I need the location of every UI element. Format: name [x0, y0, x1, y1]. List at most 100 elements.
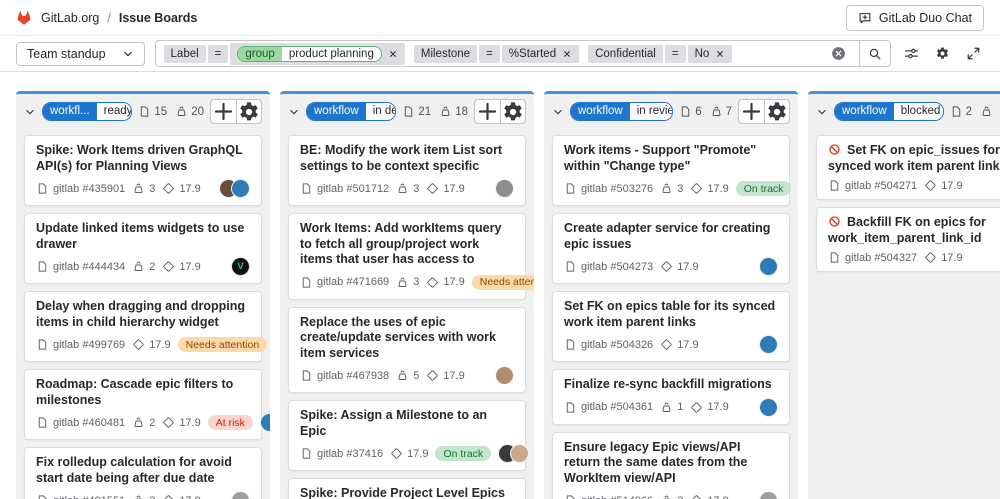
card-iteration: 17.9 — [162, 260, 200, 273]
assignee-avatar[interactable] — [495, 179, 514, 198]
weight-icon — [132, 260, 145, 273]
column-card-list[interactable]: Spike: Work Items driven GraphQL API(s) … — [16, 129, 270, 499]
board-card[interactable]: Finalize re-sync backfill migrationsgitl… — [552, 369, 790, 425]
scoped-label-value: product planning — [282, 47, 381, 61]
card-weight: 3 — [132, 182, 155, 195]
assignee-avatar[interactable] — [759, 257, 778, 276]
column-card-list[interactable]: BE: Modify the work item List sort setti… — [280, 129, 534, 499]
iteration-icon — [162, 260, 175, 273]
board-card[interactable]: Update linked items widgets to use drawe… — [24, 213, 262, 284]
column-card-list[interactable]: Set FK on epic_issues for its synced wor… — [808, 129, 1000, 278]
board-card[interactable]: Set FK on epics table for its synced wor… — [552, 291, 790, 362]
card-footer: gitlab #460481217.9At risk — [36, 413, 250, 432]
issue-type-icon — [300, 447, 313, 460]
assignee-avatar[interactable]: V — [231, 257, 250, 276]
column-label[interactable]: workflowblocked — [834, 102, 944, 121]
iteration-icon — [426, 182, 439, 195]
board-card[interactable]: Fix rolledup calculation for avoid start… — [24, 447, 262, 499]
card-iteration: 17.9 — [162, 182, 200, 195]
column-label[interactable]: workflowin review — [570, 102, 673, 121]
board-card[interactable]: BE: Modify the work item List sort setti… — [288, 135, 526, 206]
collapse-column-icon[interactable] — [816, 106, 828, 118]
card-title: Work Items: Add workItems query to fetch… — [300, 221, 514, 268]
collapse-column-icon[interactable] — [288, 106, 300, 118]
gitlab-logo-icon[interactable] — [16, 10, 32, 26]
card-title: Ensure legacy Epic views/API return the … — [564, 440, 778, 487]
assignee-avatar[interactable] — [495, 366, 514, 385]
issue-ref-text: gitlab #460481 — [53, 417, 125, 429]
duo-chat-button[interactable]: GitLab Duo Chat — [846, 5, 984, 31]
breadcrumb-page-link[interactable]: Issue Boards — [119, 11, 198, 25]
breadcrumb-separator: / — [107, 11, 110, 25]
board-card[interactable]: Spike: Assign a Milestone to an Epicgitl… — [288, 400, 526, 471]
issue-reference: gitlab #504271 — [828, 179, 917, 192]
list-settings-button[interactable] — [236, 100, 261, 123]
column-card-list[interactable]: Work items - Support "Promote" within "C… — [544, 129, 798, 499]
filtered-search-input[interactable]: Label = groupproduct planning Milestone … — [155, 40, 891, 67]
card-iteration: 17.9 — [690, 494, 728, 499]
board-card[interactable]: Work Items: Add workItems query to fetch… — [288, 213, 526, 300]
assignee-avatar[interactable] — [759, 398, 778, 417]
sort-preferences-icon[interactable] — [901, 43, 922, 64]
token-operator: = — [208, 45, 229, 63]
add-issue-button[interactable] — [739, 100, 764, 123]
board-card[interactable]: Delay when dragging and dropping items i… — [24, 291, 262, 362]
board-switcher-dropdown[interactable]: Team standup — [16, 42, 145, 66]
collapse-column-icon[interactable] — [552, 106, 564, 118]
issue-reference: gitlab #514066 — [564, 494, 653, 499]
card-weight: 5 — [396, 369, 419, 382]
weight-icon — [660, 494, 673, 499]
list-settings-button[interactable] — [500, 100, 525, 123]
card-title: Roadmap: Cascade epic filters to milesto… — [36, 377, 250, 408]
column-label[interactable]: workflowin dev — [306, 102, 396, 121]
board-column: workflowblocked2Set FK on epic_issues fo… — [808, 91, 1000, 499]
add-issue-button[interactable] — [211, 100, 236, 123]
fullscreen-expand-icon[interactable] — [963, 43, 984, 64]
remove-token-icon[interactable] — [562, 49, 572, 59]
board-card[interactable]: Backfill FK on epics for work_item_paren… — [816, 207, 1000, 272]
iteration-icon — [426, 276, 439, 289]
issue-reference: gitlab #491551 — [36, 494, 125, 499]
iteration-icon — [660, 338, 673, 351]
breadcrumb-group-link[interactable]: GitLab.org — [41, 11, 99, 25]
board-card[interactable]: Spike: Work Items driven GraphQL API(s) … — [24, 135, 262, 206]
assignee-avatar[interactable] — [759, 335, 778, 354]
list-settings-button[interactable] — [764, 100, 789, 123]
column-label[interactable]: workfl...ready for developme... — [42, 102, 132, 121]
blocked-icon — [828, 143, 841, 156]
issue-reference: gitlab #471669 — [300, 276, 389, 289]
card-iteration: 17.9 — [660, 260, 698, 273]
search-button[interactable] — [859, 40, 890, 67]
assignee-avatar[interactable] — [510, 444, 529, 463]
board-card[interactable]: Spike: Provide Project Level Epicsgitlab… — [288, 478, 526, 499]
iteration-icon — [690, 401, 703, 414]
board-card[interactable]: Set FK on epic_issues for its synced wor… — [816, 135, 1000, 200]
add-issue-button[interactable] — [475, 100, 500, 123]
remove-token-icon[interactable] — [388, 49, 398, 59]
card-title: Spike: Assign a Milestone to an Epic — [300, 408, 514, 439]
assignee-avatar[interactable] — [231, 491, 250, 499]
board-card[interactable]: Replace the uses of epic create/update s… — [288, 307, 526, 394]
issue-type-icon — [828, 251, 841, 264]
board-card[interactable]: Create adapter service for creating epic… — [552, 213, 790, 284]
card-iteration: 17.9 — [924, 179, 962, 192]
assignee-avatars — [759, 398, 778, 417]
board-card[interactable]: Ensure legacy Epic views/API return the … — [552, 432, 790, 499]
card-footer: gitlab #504271 17.9 — [828, 179, 1000, 192]
issue-count-icon — [950, 105, 963, 118]
card-title: Set FK on epics table for its synced wor… — [564, 299, 778, 330]
assignee-avatars — [759, 335, 778, 354]
assignee-avatar[interactable] — [759, 491, 778, 499]
issue-reference: gitlab #499769 — [36, 338, 125, 351]
clear-search-icon[interactable] — [831, 46, 846, 61]
assignee-avatar[interactable] — [231, 179, 250, 198]
board-card[interactable]: Work items - Support "Promote" within "C… — [552, 135, 790, 206]
remove-token-icon[interactable] — [715, 49, 725, 59]
board-settings-gear-icon[interactable] — [932, 43, 953, 64]
board-card[interactable]: Roadmap: Cascade epic filters to milesto… — [24, 369, 262, 440]
assignee-avatar[interactable] — [260, 413, 270, 432]
card-title: Create adapter service for creating epic… — [564, 221, 778, 252]
column-weight-total — [980, 105, 996, 118]
collapse-column-icon[interactable] — [24, 106, 36, 118]
iteration-icon — [162, 494, 175, 499]
